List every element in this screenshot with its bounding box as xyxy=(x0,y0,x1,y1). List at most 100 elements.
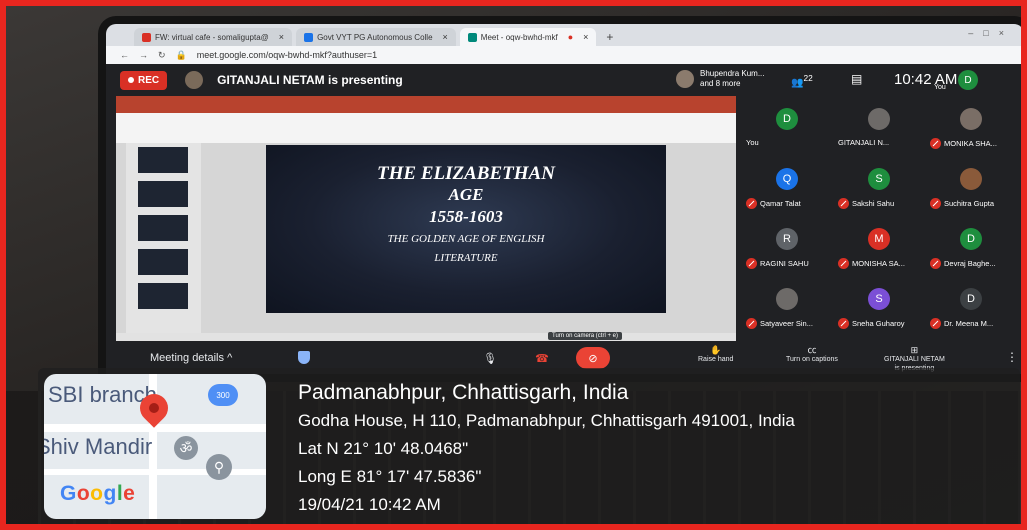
camera-off-icon: ⊘ xyxy=(588,352,598,365)
browser-tab-gmail[interactable]: FW: virtual cafe - somaligupta@ × xyxy=(134,28,293,46)
more-options-icon[interactable]: ⋮ xyxy=(1006,350,1018,364)
mini-map: SBI branch Shiv Mandir 300 ॐ ⚲ Google xyxy=(44,374,266,519)
people-button[interactable]: 👥22 xyxy=(791,73,813,88)
captions-icon: ㏄ xyxy=(807,345,817,355)
captions-button[interactable]: ㏄ Turn on captions xyxy=(786,346,838,364)
browser-tab-strip: FW: virtual cafe - somaligupta@ × Govt V… xyxy=(106,24,1021,46)
shield-icon[interactable] xyxy=(298,351,310,364)
map-road xyxy=(44,469,266,475)
close-icon[interactable]: × xyxy=(583,32,588,42)
participant-name: MONISHA SA... xyxy=(852,259,905,268)
participant-name-row: You xyxy=(746,138,832,147)
slide-thumbnail xyxy=(138,283,188,309)
mic-off-icon xyxy=(930,198,941,209)
avatar xyxy=(776,288,798,310)
other-participants[interactable]: Bhupendra Kum... and 8 more xyxy=(676,69,764,89)
gps-address-block: Padmanabhpur, Chhattisgarh, India Godha … xyxy=(298,379,795,519)
people-count: 22 xyxy=(803,73,813,83)
avatar: S xyxy=(868,168,890,190)
close-icon[interactable]: × xyxy=(279,32,284,42)
participant-tile[interactable]: D Devraj Baghe... xyxy=(930,224,1016,280)
google-logo: Google xyxy=(60,482,136,505)
participant-tile[interactable]: Satyaveer Sin... xyxy=(746,284,832,340)
current-slide: THE ELIZABETHAN AGE 1558-1603 THE GOLDEN… xyxy=(266,145,666,313)
participant-grid: D You GITANJALI N... MONIKA SHA... Q Qamar Ta… xyxy=(746,104,1016,344)
street-address: Godha House, H 110, Padmanabhpur, Chhatt… xyxy=(298,411,795,430)
lock-icon: 🔒 xyxy=(175,49,187,60)
participant-name: RAGINI SAHU xyxy=(760,259,809,268)
recording-dot-icon: ● xyxy=(567,32,574,42)
mic-off-icon xyxy=(930,258,941,269)
participant-name: GITANJALI N... xyxy=(838,138,890,147)
camera-button[interactable]: ⊘ xyxy=(576,347,610,369)
mic-off-icon xyxy=(746,318,757,329)
raise-hand-button[interactable]: ✋ Raise hand xyxy=(698,346,733,364)
ppt-title-bar xyxy=(116,96,736,105)
hand-icon: ✋ xyxy=(710,345,722,355)
other-more: and 8 more xyxy=(700,79,741,88)
participant-tile[interactable]: M MONISHA SA... xyxy=(838,224,924,280)
present-icon: ⊞ xyxy=(910,345,919,355)
avatar: M xyxy=(868,228,890,250)
new-tab-button[interactable]: + xyxy=(600,28,619,46)
participant-name-row: Sakshi Sahu xyxy=(838,198,924,209)
avatar xyxy=(960,108,982,130)
mic-off-icon xyxy=(838,258,849,269)
participant-tile[interactable]: D Dr. Meena M... xyxy=(930,284,1016,340)
window-controls[interactable]: –□× xyxy=(968,28,1014,38)
participant-name-row: Dr. Meena M... xyxy=(930,318,1016,329)
bus-number: 300 xyxy=(216,390,230,400)
participant-tile[interactable]: MONIKA SHA... xyxy=(930,104,1016,160)
participant-tile[interactable]: Suchitra Gupta xyxy=(930,164,1016,220)
avatar: D xyxy=(776,108,798,130)
participant-name-row: GITANJALI N... xyxy=(838,138,924,147)
slide-thumbnails xyxy=(126,143,201,333)
captions-label: Turn on captions xyxy=(786,356,838,363)
you-avatar[interactable]: D xyxy=(958,70,978,90)
avatar: Q xyxy=(776,168,798,190)
participant-name-row: Sneha Guharoy xyxy=(838,318,924,329)
participant-name: You xyxy=(746,138,759,147)
back-icon[interactable]: ← xyxy=(120,50,129,60)
tab-label: FW: virtual cafe - somaligupta@ xyxy=(155,32,269,42)
mic-off-icon xyxy=(838,198,849,209)
raise-hand-label: Raise hand xyxy=(698,356,734,363)
clock: 10:42 AM xyxy=(894,71,958,88)
participant-tile[interactable]: D You xyxy=(746,104,832,160)
meeting-details-button[interactable]: Meeting details ^ xyxy=(150,352,232,364)
participant-name: MONIKA SHA... xyxy=(944,139,997,148)
slide-subtitle: LITERATURE xyxy=(434,252,498,264)
laptop-screen: FW: virtual cafe - somaligupta@ × Govt V… xyxy=(106,24,1021,374)
reload-icon[interactable]: ↻ xyxy=(158,50,166,61)
avatar xyxy=(676,70,694,88)
record-dot-icon xyxy=(128,77,134,83)
forward-icon[interactable]: → xyxy=(139,50,148,60)
browser-tab-meet[interactable]: Meet - oqw-bwhd-mkf ● × xyxy=(459,28,597,46)
avatar xyxy=(185,71,204,89)
meet-icon xyxy=(467,32,477,42)
participant-tile[interactable]: S Sakshi Sahu xyxy=(838,164,924,220)
hang-up-button[interactable]: ☎ xyxy=(526,347,558,369)
browser-tab-college[interactable]: Govt VYT PG Autonomous Colle × xyxy=(296,28,456,46)
site-icon xyxy=(304,32,314,42)
slide-thumbnail xyxy=(138,215,188,241)
phone-icon: ☎ xyxy=(535,352,549,365)
url-text[interactable]: meet.google.com/oqw-bwhd-mkf?authuser=1 xyxy=(197,50,377,60)
microphone-icon: 🎙 xyxy=(483,352,497,365)
microphone-button[interactable]: 🎙 xyxy=(478,347,502,369)
address-bar[interactable]: ← → ↻ 🔒 meet.google.com/oqw-bwhd-mkf?aut… xyxy=(106,46,1021,64)
participant-name-row: Suchitra Gupta xyxy=(930,198,1016,209)
participant-tile[interactable]: Q Qamar Talat xyxy=(746,164,832,220)
participant-name-row: RAGINI SAHU xyxy=(746,258,832,269)
mic-off-icon xyxy=(930,318,941,329)
avatar: R xyxy=(776,228,798,250)
camera-tooltip: Turn on camera (ctrl + e) xyxy=(548,332,622,340)
close-icon[interactable]: × xyxy=(443,32,448,42)
restaurant-icon: ⚲ xyxy=(206,454,232,480)
presenter-label: GITANJALI NETAM xyxy=(884,356,945,363)
participant-name: Dr. Meena M... xyxy=(944,319,994,328)
participant-tile[interactable]: R RAGINI SAHU xyxy=(746,224,832,280)
participant-tile[interactable]: S Sneha Guharoy xyxy=(838,284,924,340)
chat-icon[interactable]: ▤ xyxy=(851,72,862,86)
participant-tile[interactable]: GITANJALI N... xyxy=(838,104,924,160)
